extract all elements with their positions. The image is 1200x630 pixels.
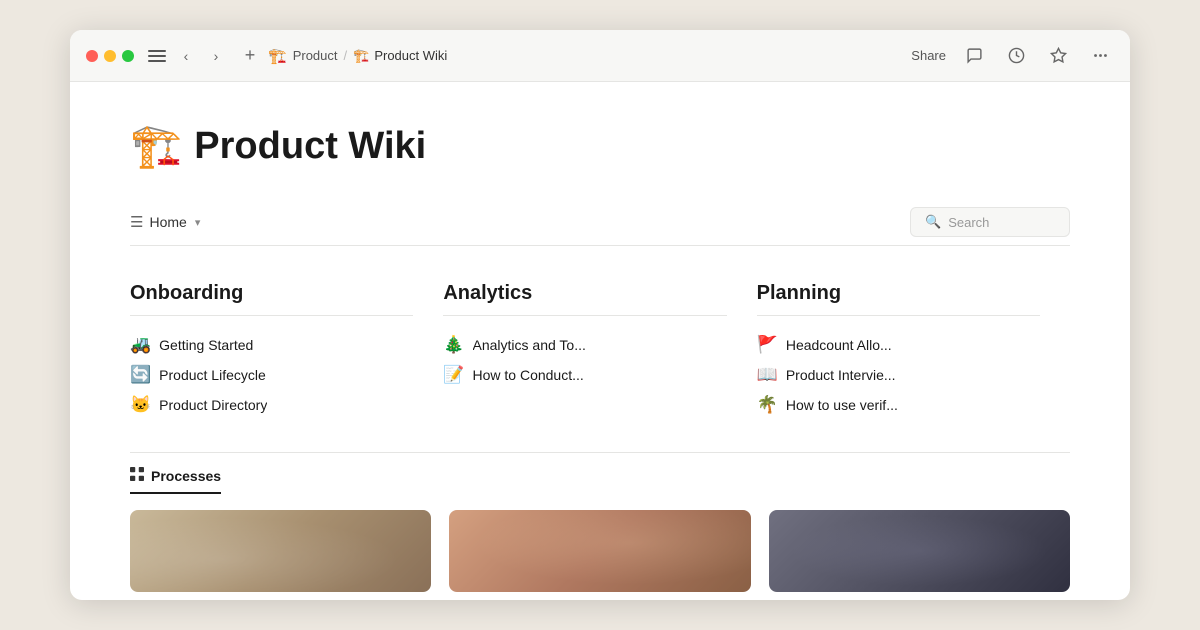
product-interview-icon: 📖	[757, 365, 778, 385]
section-onboarding-divider	[130, 315, 413, 316]
maximize-button[interactable]	[122, 50, 134, 62]
more-button[interactable]	[1086, 42, 1114, 70]
processes-tab-row: Processes	[130, 452, 1070, 494]
headcount-icon: 🚩	[757, 335, 778, 355]
traffic-lights	[86, 50, 134, 62]
how-to-conduct-label: How to Conduct...	[473, 367, 584, 383]
share-button[interactable]: Share	[911, 48, 946, 63]
analytics-tools-label: Analytics and To...	[473, 337, 586, 353]
home-label: Home	[149, 214, 186, 230]
how-to-conduct-icon: 📝	[443, 365, 464, 385]
home-list-icon: ☰	[130, 213, 143, 231]
page-title-emoji: 🏗️	[130, 122, 182, 171]
section-item-getting-started[interactable]: 🚜 Getting Started	[130, 330, 413, 360]
breadcrumb-parent-label[interactable]: Product	[293, 48, 338, 63]
product-directory-label: Product Directory	[159, 397, 267, 413]
section-item-verify[interactable]: 🌴 How to use verif...	[757, 390, 1040, 420]
minimize-button[interactable]	[104, 50, 116, 62]
page-title-row: 🏗️ Product Wiki	[130, 122, 1070, 171]
section-planning: Planning 🚩 Headcount Allo... 📖 Product I…	[757, 282, 1070, 420]
breadcrumb: 🏗️ Product / 🏗️ Product Wiki	[268, 47, 447, 65]
cards-row	[130, 510, 1070, 592]
verify-icon: 🌴	[757, 395, 778, 415]
page-content: 🏗️ Product Wiki ☰ Home ▾ 🔍 Search Onboar…	[70, 82, 1130, 600]
analytics-tools-icon: 🎄	[443, 335, 464, 355]
sections-grid: Onboarding 🚜 Getting Started 🔄 Product L…	[130, 282, 1070, 420]
section-planning-divider	[757, 315, 1040, 316]
history-button[interactable]	[1002, 42, 1030, 70]
product-directory-icon: 🐱	[130, 395, 151, 415]
headcount-label: Headcount Allo...	[786, 337, 892, 353]
processes-grid-icon	[130, 467, 144, 484]
title-bar-actions: Share	[911, 42, 1114, 70]
getting-started-label: Getting Started	[159, 337, 253, 353]
sidebar-toggle-icon[interactable]	[148, 50, 166, 62]
search-icon: 🔍	[925, 214, 941, 230]
process-card-2[interactable]	[449, 510, 750, 592]
section-item-how-to-conduct[interactable]: 📝 How to Conduct...	[443, 360, 726, 390]
search-placeholder: Search	[948, 215, 989, 230]
nav-controls: ‹ ›	[174, 44, 228, 68]
add-button[interactable]: +	[238, 44, 262, 68]
verify-label: How to use verif...	[786, 397, 898, 413]
section-analytics-heading: Analytics	[443, 282, 726, 305]
home-chevron-icon: ▾	[195, 216, 201, 229]
section-item-product-lifecycle[interactable]: 🔄 Product Lifecycle	[130, 360, 413, 390]
processes-tab-label: Processes	[151, 468, 221, 484]
section-analytics-divider	[443, 315, 726, 316]
processes-tab[interactable]: Processes	[130, 461, 221, 494]
breadcrumb-separator: /	[344, 48, 348, 63]
section-item-headcount[interactable]: 🚩 Headcount Allo...	[757, 330, 1040, 360]
favorite-button[interactable]	[1044, 42, 1072, 70]
product-lifecycle-icon: 🔄	[130, 365, 151, 385]
process-card-3[interactable]	[769, 510, 1070, 592]
forward-button[interactable]: ›	[204, 44, 228, 68]
getting-started-icon: 🚜	[130, 335, 151, 355]
browser-window: ‹ › + 🏗️ Product / 🏗️ Product Wiki Share	[70, 30, 1130, 600]
product-lifecycle-label: Product Lifecycle	[159, 367, 266, 383]
breadcrumb-parent-icon: 🏗️	[268, 47, 287, 65]
section-planning-heading: Planning	[757, 282, 1040, 305]
process-card-1[interactable]	[130, 510, 431, 592]
product-interview-label: Product Intervie...	[786, 367, 896, 383]
section-item-analytics-tools[interactable]: 🎄 Analytics and To...	[443, 330, 726, 360]
breadcrumb-current-icon: 🏗️	[353, 48, 369, 64]
page-title: Product Wiki	[194, 125, 426, 168]
breadcrumb-current: 🏗️ Product Wiki	[353, 48, 447, 64]
section-onboarding-heading: Onboarding	[130, 282, 413, 305]
section-onboarding: Onboarding 🚜 Getting Started 🔄 Product L…	[130, 282, 443, 420]
breadcrumb-current-label: Product Wiki	[374, 48, 447, 63]
section-analytics: Analytics 🎄 Analytics and To... 📝 How to…	[443, 282, 756, 420]
home-nav-bar: ☰ Home ▾ 🔍 Search	[130, 199, 1070, 246]
close-button[interactable]	[86, 50, 98, 62]
home-nav-left[interactable]: ☰ Home ▾	[130, 213, 200, 231]
comment-button[interactable]	[960, 42, 988, 70]
back-button[interactable]: ‹	[174, 44, 198, 68]
section-item-product-interview[interactable]: 📖 Product Intervie...	[757, 360, 1040, 390]
section-item-product-directory[interactable]: 🐱 Product Directory	[130, 390, 413, 420]
title-bar: ‹ › + 🏗️ Product / 🏗️ Product Wiki Share	[70, 30, 1130, 82]
search-bar[interactable]: 🔍 Search	[910, 207, 1070, 237]
